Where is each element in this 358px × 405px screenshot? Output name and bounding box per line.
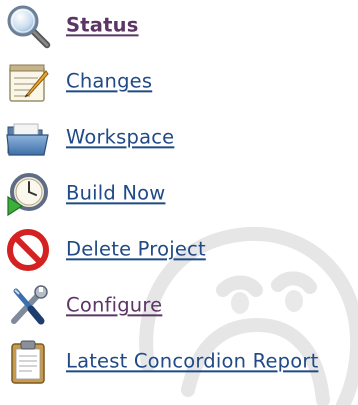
task-delete-project[interactable]: Delete Project: [0, 224, 358, 276]
task-status[interactable]: Status: [0, 0, 358, 52]
clipboard-icon[interactable]: [4, 339, 52, 385]
task-workspace[interactable]: Workspace: [0, 112, 358, 164]
workspace-link[interactable]: Workspace: [66, 125, 174, 148]
wrench-screwdriver-icon[interactable]: [4, 283, 52, 329]
build-now-link[interactable]: Build Now: [66, 181, 165, 204]
no-entry-icon[interactable]: [4, 227, 52, 273]
delete-project-link[interactable]: Delete Project: [66, 237, 206, 260]
task-list: Status Changes Workspace Build Now Delet…: [0, 0, 358, 387]
notepad-icon[interactable]: [4, 59, 52, 105]
changes-link[interactable]: Changes: [66, 69, 152, 92]
folder-icon[interactable]: [4, 115, 52, 161]
configure-link[interactable]: Configure: [66, 293, 162, 316]
task-changes[interactable]: Changes: [0, 56, 358, 108]
task-latest-concordion-report[interactable]: Latest Concordion Report: [0, 336, 358, 388]
task-build-now[interactable]: Build Now: [0, 168, 358, 220]
clock-play-icon[interactable]: [4, 171, 52, 217]
latest-concordion-report-link[interactable]: Latest Concordion Report: [66, 349, 318, 372]
status-link[interactable]: Status: [66, 13, 139, 36]
search-icon[interactable]: [4, 3, 52, 49]
task-configure[interactable]: Configure: [0, 280, 358, 332]
